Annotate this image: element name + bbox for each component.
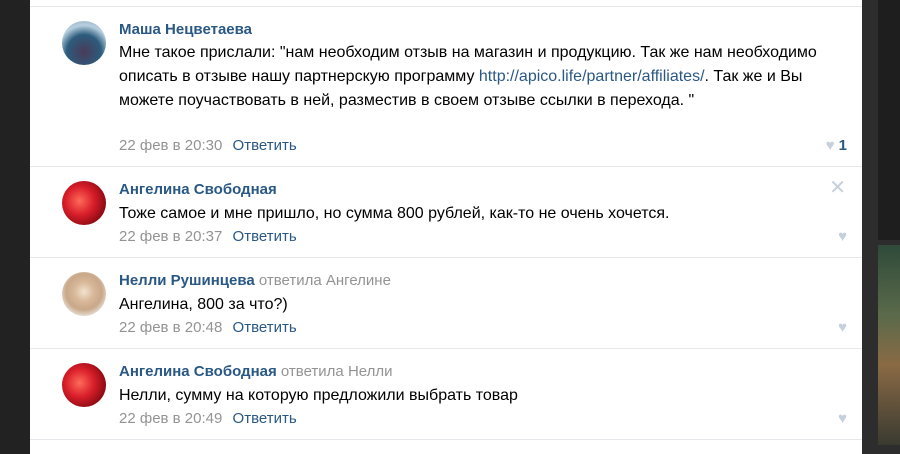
comment: Ангелина Свободная ✕ Тоже самое и мне пр…	[30, 166, 862, 258]
heart-icon: ♥	[838, 410, 847, 427]
heart-icon: ♥	[825, 137, 835, 154]
background-page-strip	[862, 0, 900, 454]
replied-to[interactable]: ответила Нелли	[281, 363, 393, 380]
reply-button[interactable]: Ответить	[233, 319, 297, 336]
background-photo	[878, 245, 900, 445]
comment-text: Тоже самое и мне пришло, но сумма 800 ру…	[119, 205, 670, 222]
page-backdrop-left	[0, 0, 30, 454]
author-name[interactable]: Ангелина Свободная	[119, 181, 277, 198]
comments-panel: Маша Нецветаева Мне такое прислали: "нам…	[30, 0, 862, 454]
author-name[interactable]: Нелли Рушинцева ответила Ангелине	[119, 272, 391, 289]
comment-meta: 22 фев в 20:49 Ответить	[119, 410, 297, 427]
background-sidebar	[878, 0, 900, 240]
like-button[interactable]: ♥ 1	[826, 137, 847, 154]
heart-icon: ♥	[838, 319, 847, 336]
avatar[interactable]	[62, 363, 106, 407]
comment-link[interactable]: http://apico.life/partner/affiliates/	[479, 68, 705, 85]
comment-date[interactable]: 22 фев в 20:48	[119, 319, 222, 336]
author-name[interactable]: Ангелина Свободная ответила Нелли	[119, 363, 393, 380]
avatar[interactable]	[62, 181, 106, 225]
comment-text: Ангелина, 800 за что?)	[119, 296, 288, 313]
next-comment-divider	[30, 439, 862, 454]
comment-meta: 22 фев в 20:37 Ответить	[119, 228, 297, 245]
comment-date[interactable]: 22 фев в 20:49	[119, 410, 222, 427]
avatar[interactable]	[62, 21, 106, 65]
heart-icon: ♥	[838, 228, 847, 245]
close-icon[interactable]: ✕	[829, 175, 846, 200]
comment: Нелли Рушинцева ответила Ангелине Ангели…	[30, 257, 862, 349]
like-count: 1	[838, 137, 847, 154]
author-name-text[interactable]: Нелли Рушинцева	[119, 272, 255, 289]
comment-date[interactable]: 22 фев в 20:37	[119, 228, 222, 245]
avatar[interactable]	[62, 272, 106, 316]
comment-meta: 22 фев в 20:48 Ответить	[119, 319, 297, 336]
comment-date[interactable]: 22 фев в 20:30	[119, 137, 222, 154]
like-button[interactable]: ♥	[838, 410, 847, 427]
author-name-text[interactable]: Ангелина Свободная	[119, 363, 277, 380]
comment-meta: 22 фев в 20:30 Ответить	[119, 137, 297, 154]
reply-button[interactable]: Ответить	[233, 228, 297, 245]
like-button[interactable]: ♥	[838, 228, 847, 245]
comment-text: Мне такое прислали: "нам необходим отзыв…	[119, 41, 819, 113]
like-button[interactable]: ♥	[838, 319, 847, 336]
reply-button[interactable]: Ответить	[233, 410, 297, 427]
comment: Ангелина Свободная ответила Нелли Нелли,…	[30, 348, 862, 440]
comment-text: Нелли, сумму на которую предложили выбра…	[119, 387, 518, 404]
replied-to[interactable]: ответила Ангелине	[259, 272, 391, 289]
comment: Маша Нецветаева Мне такое прислали: "нам…	[30, 6, 862, 167]
reply-button[interactable]: Ответить	[233, 137, 297, 154]
author-name[interactable]: Маша Нецветаева	[119, 21, 252, 38]
